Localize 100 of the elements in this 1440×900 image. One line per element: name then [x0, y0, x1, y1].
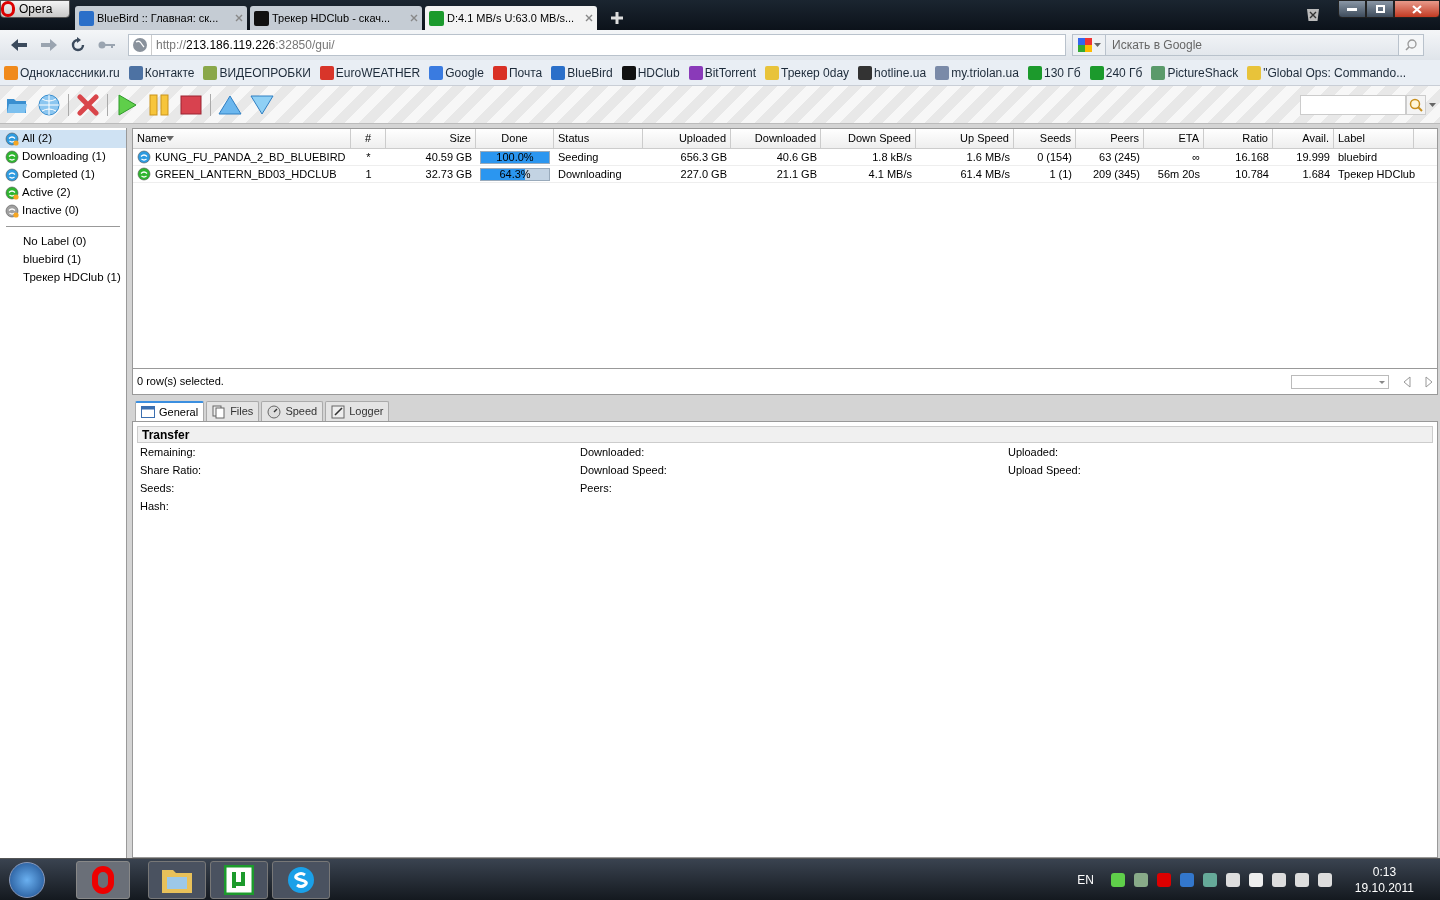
close-icon[interactable]	[585, 14, 593, 22]
column-header[interactable]: Downloaded	[731, 129, 821, 148]
new-tab-icon[interactable]	[610, 11, 624, 25]
detail-tab[interactable]: General	[135, 401, 205, 421]
restore-button[interactable]	[1366, 0, 1394, 18]
column-header[interactable]: Status	[554, 129, 643, 148]
next-page-icon[interactable]	[1425, 375, 1433, 388]
logger-tab-icon	[331, 404, 346, 419]
caret-icon[interactable]	[1429, 102, 1436, 107]
bookmark-link[interactable]: Google	[429, 63, 484, 82]
column-header[interactable]: ETA	[1144, 129, 1204, 148]
bookmark-link[interactable]: 240 Гб	[1089, 63, 1143, 82]
clock[interactable]: 0:13 19.10.2011	[1354, 863, 1414, 896]
column-header[interactable]: #	[351, 129, 386, 148]
column-header[interactable]: Label	[1334, 129, 1414, 148]
column-header[interactable]: Uploaded	[643, 129, 731, 148]
search-field[interactable]: Искать в Google	[1106, 34, 1398, 56]
key-icon[interactable]	[98, 40, 116, 50]
label-item[interactable]: No Label (0)	[0, 233, 126, 251]
filter-field[interactable]	[1300, 94, 1406, 115]
back-icon[interactable]	[10, 38, 28, 52]
utorrent-icon	[224, 864, 254, 895]
close-icon[interactable]	[410, 14, 418, 22]
search-icon	[1409, 97, 1423, 112]
start-orb-icon	[9, 861, 45, 898]
column-header[interactable]: Ratio	[1204, 129, 1273, 148]
taskbar-app-button[interactable]	[210, 860, 268, 899]
category-item[interactable]: Completed (1)	[0, 166, 126, 184]
category-item[interactable]: Inactive (0)	[0, 202, 126, 220]
progress-text: 100.0%	[496, 151, 534, 163]
table-cell-text: 19.999	[1295, 149, 1331, 165]
browser-tab[interactable]: D:4.1 MB/s U:63.0 MB/s...	[425, 6, 597, 30]
taskbar-app-button[interactable]	[272, 860, 330, 899]
field-label: Peers:	[580, 480, 613, 496]
category-item[interactable]: Downloading (1)	[0, 148, 126, 166]
globe-icon	[132, 37, 148, 53]
detail-tab[interactable]: Speed	[261, 401, 324, 421]
table-cell-text: 1 (1)	[1048, 166, 1073, 182]
minimize-button[interactable]	[1338, 0, 1366, 18]
label-item[interactable]: bluebird (1)	[0, 251, 126, 269]
bookmark-link[interactable]: BlueBird	[551, 63, 613, 82]
column-header[interactable]: Size	[386, 129, 476, 148]
table-cell-text: ∞	[1191, 149, 1201, 165]
globe-button[interactable]	[36, 91, 62, 118]
previous-page-icon[interactable]	[1403, 375, 1411, 388]
bookmark-link[interactable]: Одноклассники.ru	[4, 63, 120, 82]
bookmark-link[interactable]: hotline.ua	[858, 63, 927, 82]
label-item[interactable]: Трекер HDClub (1)	[0, 269, 126, 287]
table-cell-text: 1.8 kB/s	[871, 149, 913, 165]
bookmark-link[interactable]: Трекер 0day	[765, 63, 850, 82]
delete-button[interactable]	[75, 91, 101, 118]
table-cell-text: 63 (245)	[1098, 149, 1141, 165]
browser-tab[interactable]: BlueBird :: Главная: ск...	[75, 6, 247, 30]
column-header[interactable]: Peers	[1076, 129, 1144, 148]
address-field[interactable]: http://213.186.119.226:32850/gui/	[128, 34, 1066, 56]
bookmark-link[interactable]: "Global Ops: Commando...	[1247, 63, 1407, 82]
search-button[interactable]	[1398, 34, 1424, 56]
column-header[interactable]: Avail.	[1273, 129, 1334, 148]
search-icon	[1405, 39, 1417, 51]
table-cell-text: 40.6 GB	[775, 149, 818, 165]
trash-icon[interactable]	[1306, 6, 1320, 22]
bookmark-link[interactable]: BitTorrent	[688, 63, 756, 82]
search-engine-button[interactable]	[1072, 34, 1106, 56]
browser-tab[interactable]: Трекер HDClub - скач...	[250, 6, 422, 30]
bookmark-link[interactable]: my.triolan.ua	[935, 63, 1019, 82]
bookmark-link[interactable]: EuroWEATHER	[319, 63, 421, 82]
close-button[interactable]	[1394, 0, 1440, 18]
status-icon	[5, 186, 19, 200]
search-button[interactable]	[1406, 94, 1426, 115]
category-item[interactable]: Active (2)	[0, 184, 126, 202]
torrent-name: KUNG_FU_PANDA_2_BD_BLUEBIRD	[155, 149, 346, 165]
field-label: Seeds:	[140, 480, 176, 496]
bookmark-link[interactable]: PictureShack	[1151, 63, 1239, 82]
tab-title: D:4.1 MB/s U:63.0 MB/s...	[447, 10, 576, 26]
column-header[interactable]: Done	[476, 129, 554, 148]
language-indicator[interactable]: EN	[1077, 870, 1094, 889]
column-header[interactable]: Seeds	[1014, 129, 1076, 148]
forward-icon[interactable]	[40, 38, 58, 52]
detail-tab[interactable]: Logger	[325, 401, 390, 421]
torrent-row[interactable]: KUNG_FU_PANDA_2_BD_BLUEBIRD * 40.59 GB 100.0% Seeding 656.3 GB 40.6 GB 1.8 kB/s 1.6 MB/s 0 (154) 63 (245) ∞ 16.168 19.999 bluebird	[133, 149, 1437, 166]
bookmark-link[interactable]: Контакте	[128, 63, 195, 82]
column-header[interactable]: Name	[133, 129, 351, 148]
detail-tab[interactable]: Files	[206, 401, 260, 421]
taskbar-app-button[interactable]	[148, 860, 206, 899]
table-cell-text: 40.59 GB	[424, 149, 473, 165]
table-cell-text: 10.784	[1234, 166, 1270, 182]
category-item[interactable]: All (2)	[0, 130, 126, 148]
close-icon[interactable]	[235, 14, 243, 22]
bookmark-link[interactable]: ВИДЕОПРОБКИ	[203, 63, 311, 82]
table-cell-text: Downloading	[557, 166, 623, 182]
bookmark-link[interactable]: HDClub	[621, 63, 680, 82]
reload-icon[interactable]	[70, 37, 86, 53]
opera-menu-button[interactable]: Opera	[0, 0, 70, 18]
google-logo-icon	[1077, 38, 1092, 52]
column-header[interactable]: Up Speed	[916, 129, 1014, 148]
bookmark-link[interactable]: 130 Гб	[1027, 63, 1081, 82]
column-header[interactable]: Down Speed	[821, 129, 916, 148]
field-label: Share Ratio:	[140, 462, 203, 478]
torrent-name: GREEN_LANTERN_BD03_HDCLUB	[155, 166, 337, 182]
bookmark-link[interactable]: Почта	[492, 63, 543, 82]
